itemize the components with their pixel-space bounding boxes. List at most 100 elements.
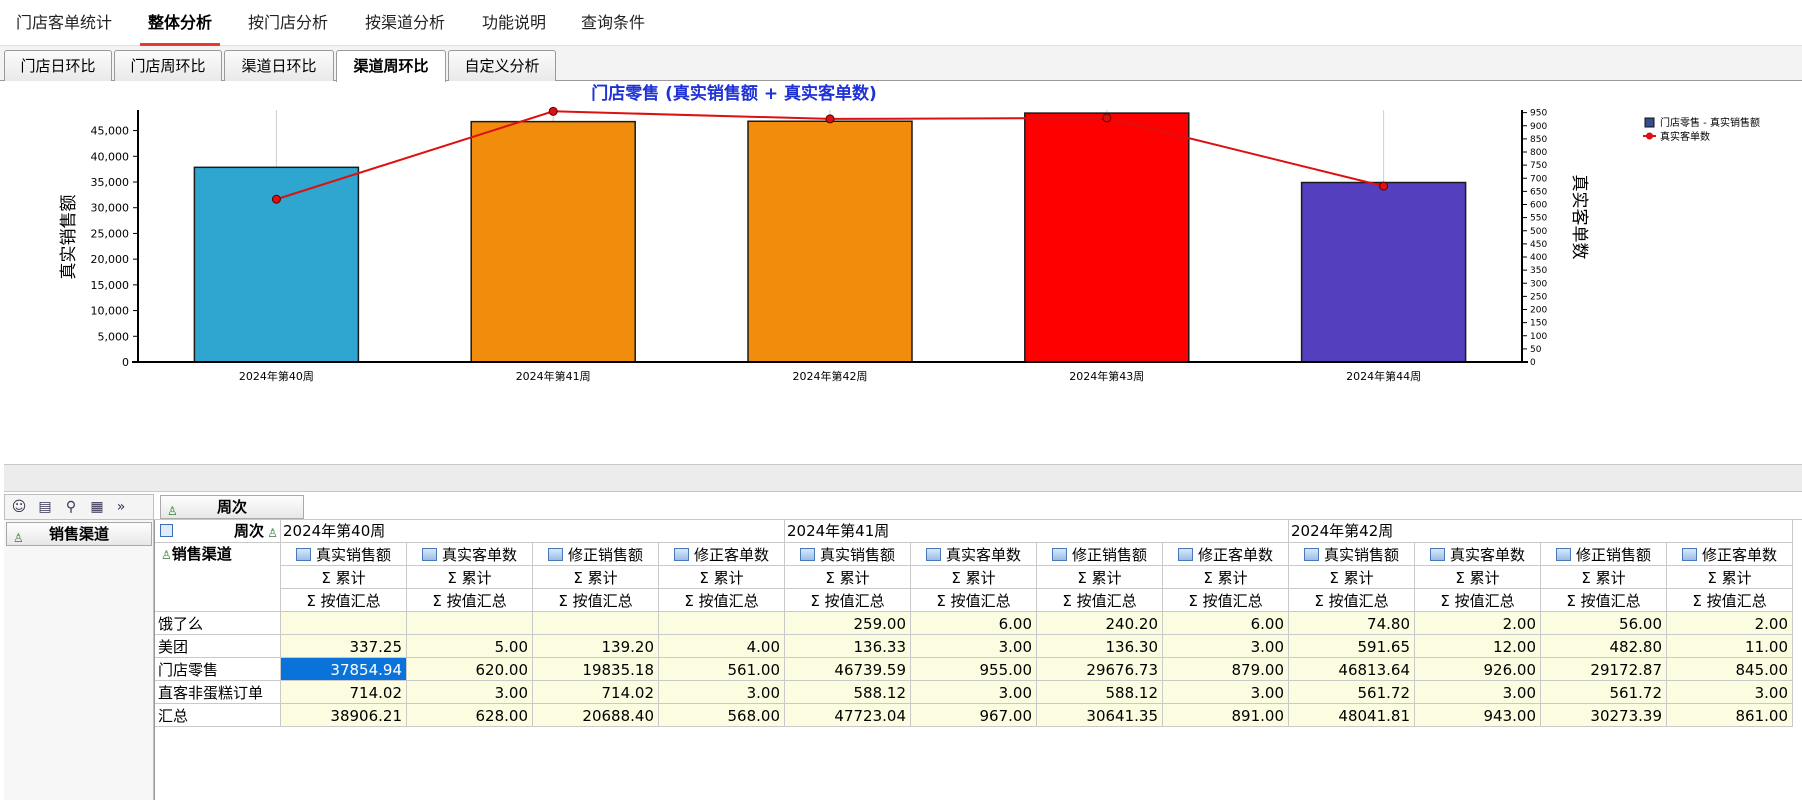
pivot-value-cell[interactable]: 879.00: [1163, 658, 1289, 681]
aggregate-sum-header: Σ 按值汇总: [281, 589, 407, 612]
tab-channel-weekly[interactable]: 渠道周环比: [336, 50, 446, 82]
chart-settings-icon[interactable]: ▦: [87, 498, 107, 517]
filter-icon[interactable]: ⚲: [61, 498, 81, 517]
row-label-channel[interactable]: 汇总: [155, 704, 281, 727]
pivot-value-cell[interactable]: 2.00: [1667, 612, 1793, 635]
pivot-value-cell[interactable]: 591.65: [1289, 635, 1415, 658]
pivot-value-cell[interactable]: 29172.87: [1541, 658, 1667, 681]
measure-header[interactable]: 修正客单数: [1163, 543, 1289, 566]
pivot-value-cell[interactable]: 4.00: [659, 635, 785, 658]
pivot-value-cell[interactable]: 926.00: [1415, 658, 1541, 681]
pivot-value-cell[interactable]: 620.00: [407, 658, 533, 681]
pivot-value-cell[interactable]: 3.00: [911, 681, 1037, 704]
pivot-value-cell[interactable]: 12.00: [1415, 635, 1541, 658]
pivot-value-cell[interactable]: 2.00: [1415, 612, 1541, 635]
pivot-value-cell[interactable]: 482.80: [1541, 635, 1667, 658]
measure-header[interactable]: 真实销售额: [281, 543, 407, 566]
pivot-value-cell[interactable]: 6.00: [1163, 612, 1289, 635]
row-label-channel[interactable]: 直客非蛋糕订单: [155, 681, 281, 704]
pivot-value-cell[interactable]: 56.00: [1541, 612, 1667, 635]
pivot-value-cell[interactable]: 3.00: [659, 681, 785, 704]
pivot-value-cell[interactable]: 3.00: [407, 681, 533, 704]
row-field-channel[interactable]: ♙ 销售渠道: [6, 522, 152, 546]
pivot-value-cell[interactable]: 136.30: [1037, 635, 1163, 658]
pivot-value-cell[interactable]: [407, 612, 533, 635]
panel-splitter[interactable]: [4, 464, 1802, 492]
pivot-value-cell[interactable]: 6.00: [911, 612, 1037, 635]
measure-header[interactable]: 修正客单数: [659, 543, 785, 566]
pivot-value-cell[interactable]: 714.02: [281, 681, 407, 704]
pivot-value-cell[interactable]: 3.00: [1163, 681, 1289, 704]
pivot-value-cell[interactable]: 136.33: [785, 635, 911, 658]
row-label-channel[interactable]: 美团: [155, 635, 281, 658]
pivot-value-cell[interactable]: 37854.94: [281, 658, 407, 681]
pivot-value-cell[interactable]: [533, 612, 659, 635]
pivot-value-cell[interactable]: 20688.40: [533, 704, 659, 727]
pivot-value-cell[interactable]: 19835.18: [533, 658, 659, 681]
pivot-value-cell[interactable]: [281, 612, 407, 635]
pivot-value-cell[interactable]: 38906.21: [281, 704, 407, 727]
pivot-value-cell[interactable]: 30641.35: [1037, 704, 1163, 727]
tab-store-weekly[interactable]: 门店周环比: [114, 50, 222, 81]
measure-header[interactable]: 修正销售额: [533, 543, 659, 566]
measure-header[interactable]: 修正销售额: [1037, 543, 1163, 566]
pivot-value-cell[interactable]: 845.00: [1667, 658, 1793, 681]
pivot-value-cell[interactable]: 11.00: [1667, 635, 1793, 658]
more-options-icon[interactable]: »: [111, 498, 131, 517]
pivot-value-cell[interactable]: 3.00: [1667, 681, 1793, 704]
pivot-value-cell[interactable]: [659, 612, 785, 635]
line-point-real-customers: [271, 194, 281, 204]
pivot-value-cell[interactable]: 568.00: [659, 704, 785, 727]
measure-header[interactable]: 真实客单数: [407, 543, 533, 566]
nav-item-store-stats[interactable]: 门店客单统计: [16, 0, 112, 46]
pivot-value-cell[interactable]: 891.00: [1163, 704, 1289, 727]
pivot-value-cell[interactable]: 967.00: [911, 704, 1037, 727]
pivot-value-cell[interactable]: 3.00: [1163, 635, 1289, 658]
pivot-value-cell[interactable]: 628.00: [407, 704, 533, 727]
pivot-value-cell[interactable]: 3.00: [1415, 681, 1541, 704]
pivot-value-cell[interactable]: 46813.64: [1289, 658, 1415, 681]
layout-icon[interactable]: ▤: [35, 498, 55, 517]
measure-header[interactable]: 修正销售额: [1541, 543, 1667, 566]
measure-header[interactable]: 真实客单数: [1415, 543, 1541, 566]
row-label-channel[interactable]: 饿了么: [155, 612, 281, 635]
pivot-value-cell[interactable]: 861.00: [1667, 704, 1793, 727]
tab-channel-daily[interactable]: 渠道日环比: [224, 50, 334, 81]
pivot-value-cell[interactable]: 943.00: [1415, 704, 1541, 727]
nav-item-help[interactable]: 功能说明: [482, 0, 546, 46]
measure-header[interactable]: 真实客单数: [911, 543, 1037, 566]
nav-item-by-store[interactable]: 按门店分析: [248, 0, 328, 46]
pivot-value-cell[interactable]: 46739.59: [785, 658, 911, 681]
nav-item-overall-analysis[interactable]: 整体分析: [139, 0, 221, 46]
pivot-value-cell[interactable]: 561.72: [1289, 681, 1415, 704]
pivot-value-cell[interactable]: 29676.73: [1037, 658, 1163, 681]
tab-custom-analysis[interactable]: 自定义分析: [448, 50, 556, 81]
pivot-value-cell[interactable]: 714.02: [533, 681, 659, 704]
pivot-value-cell[interactable]: 74.80: [1289, 612, 1415, 635]
tab-store-daily[interactable]: 门店日环比: [4, 50, 112, 81]
pivot-value-cell[interactable]: 48041.81: [1289, 704, 1415, 727]
pivot-value-cell[interactable]: 561.00: [659, 658, 785, 681]
column-field-week-header[interactable]: 周次 ♙: [155, 520, 281, 543]
measure-header[interactable]: 真实销售额: [1289, 543, 1415, 566]
pivot-value-cell[interactable]: 955.00: [911, 658, 1037, 681]
pivot-value-cell[interactable]: 139.20: [533, 635, 659, 658]
pivot-value-cell[interactable]: 337.25: [281, 635, 407, 658]
pivot-value-cell[interactable]: 259.00: [785, 612, 911, 635]
pivot-value-cell[interactable]: 588.12: [785, 681, 911, 704]
measure-header[interactable]: 修正客单数: [1667, 543, 1793, 566]
row-label-channel[interactable]: 门店零售: [155, 658, 281, 681]
pivot-value-cell[interactable]: 5.00: [407, 635, 533, 658]
pivot-value-cell[interactable]: 561.72: [1541, 681, 1667, 704]
pivot-value-cell[interactable]: 30273.39: [1541, 704, 1667, 727]
pivot-value-cell[interactable]: 240.20: [1037, 612, 1163, 635]
nav-item-query[interactable]: 查询条件: [581, 0, 645, 46]
row-field-channel-header[interactable]: ♙销售渠道: [155, 543, 281, 612]
measure-header[interactable]: 真实销售额: [785, 543, 911, 566]
user-icon[interactable]: ☺: [9, 498, 29, 517]
column-field-week[interactable]: ♙ 周次: [160, 495, 304, 519]
pivot-value-cell[interactable]: 47723.04: [785, 704, 911, 727]
pivot-value-cell[interactable]: 3.00: [911, 635, 1037, 658]
nav-item-by-channel[interactable]: 按渠道分析: [365, 0, 445, 46]
pivot-value-cell[interactable]: 588.12: [1037, 681, 1163, 704]
